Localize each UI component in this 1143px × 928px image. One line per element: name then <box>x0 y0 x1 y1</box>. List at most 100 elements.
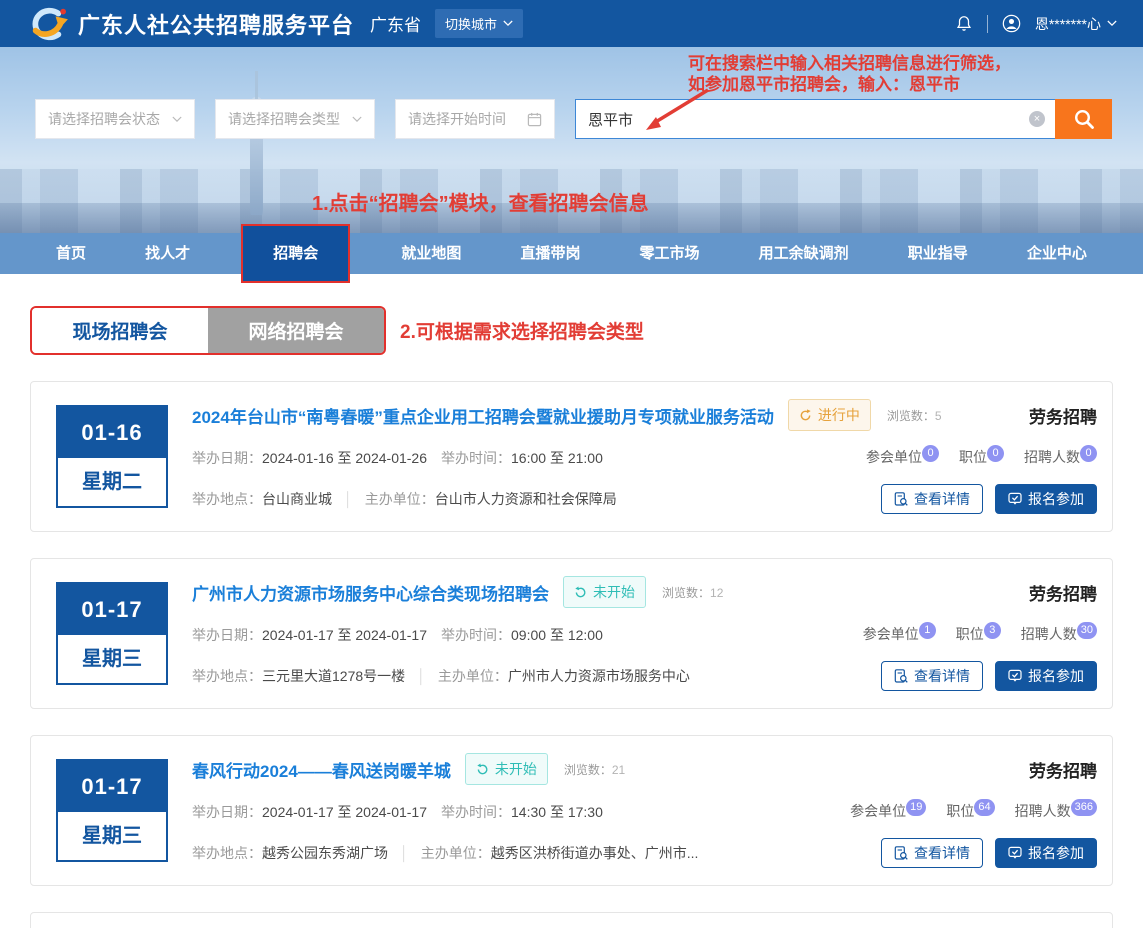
signup-button[interactable]: 报名参加 <box>995 661 1097 691</box>
document-search-icon <box>894 846 908 860</box>
nav-item-home[interactable]: 首页 <box>48 233 94 274</box>
chevron-down-icon <box>172 116 182 123</box>
nav-item-find-talent[interactable]: 找人才 <box>137 233 198 274</box>
stat-positions-label: 职位 <box>959 449 987 465</box>
header-divider <box>987 15 988 33</box>
annotation-step1: 1.点击“招聘会”模块，查看招聘会信息 <box>312 187 649 216</box>
organizer-value: 台山市人力资源和社会保障局 <box>435 489 617 509</box>
tab-online-fair[interactable]: 网络招聘会 <box>208 308 384 353</box>
stat-units-count: 19 <box>906 799 926 816</box>
status-badge: 进行中 <box>788 399 871 431</box>
view-details-button[interactable]: 查看详情 <box>881 484 983 514</box>
organizer-label: 主办单位： <box>438 666 508 686</box>
fair-type-tabs: 现场招聘会 网络招聘会 <box>30 306 386 355</box>
views-value: 12 <box>710 586 723 600</box>
chevron-down-icon <box>503 20 513 27</box>
stat-positions-count: 0 <box>987 445 1004 462</box>
stat-headcount-label: 招聘人数 <box>1021 626 1077 642</box>
organizer-value: 广州市人力资源市场服务中心 <box>508 666 690 686</box>
stat-headcount-count: 366 <box>1071 799 1097 816</box>
status-text: 未开始 <box>495 759 537 779</box>
fair-weekday: 星期三 <box>58 635 166 683</box>
time-range: 14:30 至 17:30 <box>511 802 603 822</box>
job-fair-card: 01-17 星期三 春风行动2024——春风送岗暖羊城 未开始 浏览数：21 劳… <box>30 735 1113 886</box>
user-menu[interactable]: 恩*******心 <box>1035 14 1117 34</box>
stat-headcount: 招聘人数366 <box>1015 801 1097 822</box>
tab-onsite-fair[interactable]: 现场招聘会 <box>32 308 208 353</box>
fair-category: 劳务招聘 <box>1029 403 1097 428</box>
date-label: 举办日期： <box>192 448 262 468</box>
fair-stats: 参会单位0 职位0 招聘人数0 <box>866 447 1097 468</box>
view-details-label: 查看详情 <box>914 666 970 686</box>
stat-headcount-label: 招聘人数 <box>1015 803 1071 819</box>
fair-type-placeholder: 请选择招聘会类型 <box>228 109 340 129</box>
signup-check-icon <box>1008 669 1022 683</box>
time-range: 09:00 至 12:00 <box>511 625 603 645</box>
clear-search-icon[interactable]: × <box>1029 111 1045 127</box>
calendar-icon <box>527 112 542 127</box>
job-fair-card-partial <box>30 912 1113 928</box>
bell-icon[interactable] <box>955 14 973 34</box>
clock-back-icon <box>476 763 489 776</box>
view-details-button[interactable]: 查看详情 <box>881 661 983 691</box>
fair-stats: 参会单位1 职位3 招聘人数30 <box>863 624 1097 645</box>
fair-title-link[interactable]: 2024年台山市“南粤春暖”重点企业用工招聘会暨就业援助月专项就业服务活动 <box>192 403 774 428</box>
stat-units-count: 0 <box>922 445 939 462</box>
stat-positions-label: 职位 <box>946 803 974 819</box>
nav-item-job-fair[interactable]: 招聘会 <box>241 224 350 283</box>
views-label: 浏览数： <box>564 763 612 777</box>
stat-headcount-count: 0 <box>1080 445 1097 462</box>
chevron-down-icon <box>352 116 362 123</box>
top-header: 广东人社公共招聘服务平台 广东省 切换城市 恩*******心 <box>0 0 1143 47</box>
view-details-button[interactable]: 查看详情 <box>881 838 983 868</box>
job-fair-card: 01-17 星期三 广州市人力资源市场服务中心综合类现场招聘会 未开始 浏览数：… <box>30 558 1113 709</box>
nav-item-employment-map[interactable]: 就业地图 <box>393 233 469 274</box>
nav-item-live-jobs[interactable]: 直播带岗 <box>512 233 588 274</box>
view-details-label: 查看详情 <box>914 489 970 509</box>
signup-check-icon <box>1008 492 1022 506</box>
organizer-label: 主办单位： <box>365 489 435 509</box>
views-count: 浏览数：21 <box>564 761 625 778</box>
status-text: 未开始 <box>593 582 635 602</box>
stat-positions-count: 64 <box>974 799 994 816</box>
fair-type-select[interactable]: 请选择招聘会类型 <box>215 99 375 139</box>
stat-units: 参会单位19 <box>850 801 926 822</box>
fair-weekday: 星期三 <box>58 812 166 860</box>
search-button[interactable] <box>1055 99 1112 139</box>
location-value: 三元里大道1278号一楼 <box>262 666 405 686</box>
chevron-down-icon <box>1107 20 1117 27</box>
fair-title-link[interactable]: 广州市人力资源市场服务中心综合类现场招聘会 <box>192 580 549 605</box>
time-label: 举办时间： <box>441 448 511 468</box>
nav-item-career-guidance[interactable]: 职业指导 <box>900 233 976 274</box>
document-search-icon <box>894 669 908 683</box>
date-range: 2024-01-17 至 2024-01-17 <box>262 625 427 645</box>
fair-stats: 参会单位19 职位64 招聘人数366 <box>850 801 1097 822</box>
nav-item-enterprise-center[interactable]: 企业中心 <box>1019 233 1095 274</box>
signup-label: 报名参加 <box>1028 489 1084 509</box>
job-fair-card: 01-16 星期二 2024年台山市“南粤春暖”重点企业用工招聘会暨就业援助月专… <box>30 381 1113 532</box>
refresh-icon <box>799 409 812 422</box>
fair-title-link[interactable]: 春风行动2024——春风送岗暖羊城 <box>192 757 451 782</box>
status-badge: 未开始 <box>465 753 548 785</box>
fair-status-select[interactable]: 请选择招聘会状态 <box>35 99 195 139</box>
divider: │ <box>417 668 426 684</box>
organizer-value: 越秀区洪桥街道办事处、广州市... <box>491 843 699 863</box>
nav-item-labor-adjustment[interactable]: 用工余缺调剂 <box>751 233 857 274</box>
stat-headcount-count: 30 <box>1077 622 1097 639</box>
main-content: 现场招聘会 网络招聘会 2.可根据需求选择招聘会类型 01-16 星期二 202… <box>0 306 1143 928</box>
stat-units-label: 参会单位 <box>866 449 922 465</box>
date-range: 2024-01-16 至 2024-01-26 <box>262 448 427 468</box>
stat-positions: 职位3 <box>956 624 1001 645</box>
filter-row: 请选择招聘会状态 请选择招聘会类型 请选择开始时间 <box>35 99 555 139</box>
nav-item-gig-market[interactable]: 零工市场 <box>632 233 708 274</box>
time-label: 举办时间： <box>441 802 511 822</box>
signup-button[interactable]: 报名参加 <box>995 484 1097 514</box>
start-time-picker[interactable]: 请选择开始时间 <box>395 99 555 139</box>
time-range: 16:00 至 21:00 <box>511 448 603 468</box>
switch-city-button[interactable]: 切换城市 <box>435 9 523 38</box>
status-text: 进行中 <box>818 405 860 425</box>
stat-positions: 职位0 <box>959 447 1004 468</box>
date-label: 举办日期： <box>192 625 262 645</box>
signup-button[interactable]: 报名参加 <box>995 838 1097 868</box>
stat-positions: 职位64 <box>946 801 994 822</box>
